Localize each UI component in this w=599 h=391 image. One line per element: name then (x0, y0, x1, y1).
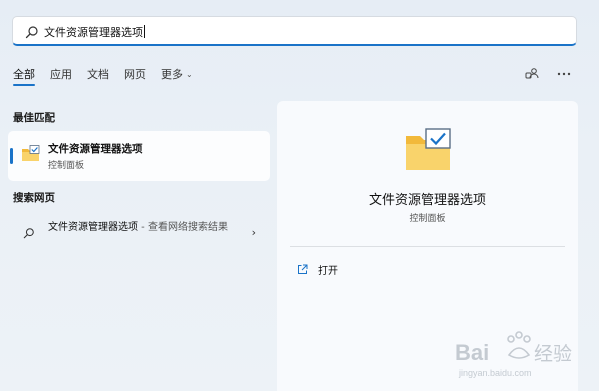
tab-apps-label: 应用 (50, 68, 72, 81)
selection-indicator (10, 148, 13, 164)
folder-check-icon (406, 128, 451, 170)
open-action[interactable]: 打开 (297, 261, 338, 277)
share-accounts-button[interactable] (523, 66, 541, 82)
tab-web-label: 网页 (124, 68, 146, 81)
tab-all[interactable]: 全部 (13, 67, 35, 86)
web-search-heading: 搜索网页 (13, 192, 55, 204)
search-icon (25, 26, 38, 39)
best-match-subtitle: 控制面板 (48, 161, 85, 171)
svg-text:jingyan.baidu.com: jingyan.baidu.com (458, 368, 532, 378)
header-actions (523, 66, 573, 82)
web-search-suffix: - 查看网络搜索结果 (138, 222, 228, 233)
baidu-jingyan-watermark: Bai 经验 jingyan.baidu.com (455, 331, 572, 378)
tab-all-label: 全部 (13, 68, 35, 81)
search-input[interactable]: 文件资源管理器选项 (44, 24, 145, 40)
tab-more-label: 更多 (161, 68, 183, 81)
tab-web[interactable]: 网页 (124, 67, 146, 83)
divider (290, 246, 565, 247)
svg-text:Bai: Bai (455, 340, 489, 365)
search-icon (23, 228, 34, 239)
chevron-right-icon[interactable]: › (252, 226, 256, 239)
share-accounts-icon (525, 68, 539, 79)
search-input-text: 文件资源管理器选项 (44, 26, 143, 39)
web-search-query: 文件资源管理器选项 (48, 222, 138, 233)
tab-more[interactable]: 更多 ⌄ (161, 67, 193, 83)
open-external-icon (298, 264, 308, 274)
preview-title: 文件资源管理器选项 (368, 193, 486, 208)
more-options-icon (557, 72, 571, 76)
chevron-down-icon: ⌄ (186, 70, 193, 79)
web-search-result[interactable]: 文件资源管理器选项 - 查看网络搜索结果 › (8, 212, 270, 252)
preview-subtitle: 控制面板 (409, 214, 446, 224)
tab-apps[interactable]: 应用 (50, 67, 72, 83)
filter-tabs: 全部 应用 文档 网页 更多 ⌄ (13, 67, 208, 86)
search-box[interactable]: 文件资源管理器选项 (12, 16, 577, 46)
best-match-heading: 最佳匹配 (13, 112, 55, 124)
text-caret (144, 25, 145, 38)
folder-check-icon (22, 145, 40, 161)
tab-documents-label: 文档 (87, 68, 109, 81)
web-search-text: 文件资源管理器选项 - 查看网络搜索结果 (48, 220, 233, 235)
more-options-button[interactable] (555, 66, 573, 82)
best-match-result[interactable]: 文件资源管理器选项 控制面板 (8, 131, 270, 181)
tab-documents[interactable]: 文档 (87, 67, 109, 83)
open-action-label: 打开 (318, 265, 338, 277)
best-match-name: 文件资源管理器选项 (48, 143, 143, 155)
svg-text:经验: 经验 (534, 343, 572, 365)
